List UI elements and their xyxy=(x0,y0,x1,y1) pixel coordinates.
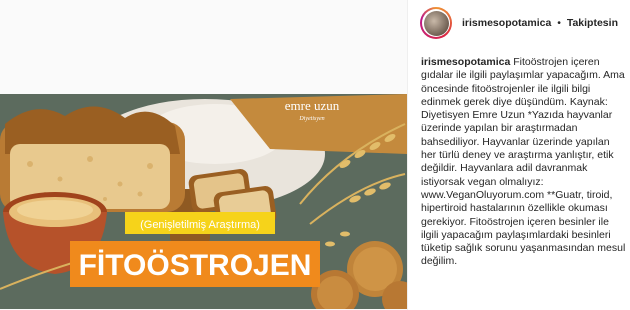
header-text: irismesopotamica • Takiptesin xyxy=(462,17,618,29)
svg-text:FİTOÖSTROJEN: FİTOÖSTROJEN xyxy=(79,249,312,282)
svg-text:emre uzun: emre uzun xyxy=(285,98,340,113)
avatar[interactable] xyxy=(420,7,452,39)
profile-photo-icon xyxy=(423,10,449,36)
post-image-artwork: emre uzun Diyetisyen (Genişletilmiş Araş… xyxy=(0,94,407,309)
post-media-pane: emre uzun Diyetisyen (Genişletilmiş Araş… xyxy=(0,0,407,310)
post-details-pane: irismesopotamica • Takiptesin irismesopo… xyxy=(407,0,630,310)
post-caption: irismesopotamica Fitoöstrojen içeren gıd… xyxy=(421,56,626,269)
title-banner: FİTOÖSTROJEN xyxy=(70,241,320,287)
post-image[interactable]: emre uzun Diyetisyen (Genişletilmiş Araş… xyxy=(0,94,407,309)
header-username-link[interactable]: irismesopotamica xyxy=(462,17,551,29)
following-button[interactable]: Takiptesin xyxy=(567,17,618,29)
svg-text:(Genişletilmiş Araştırma): (Genişletilmiş Araştırma) xyxy=(140,219,260,231)
caption-text: Fitoöstrojen içeren gıdalar ile ilgili p… xyxy=(421,56,626,268)
post-header: irismesopotamica • Takiptesin xyxy=(408,0,630,46)
subtitle-banner: (Genişletilmiş Araştırma) xyxy=(125,212,275,234)
svg-text:Diyetisyen: Diyetisyen xyxy=(298,116,324,122)
caption-username-link[interactable]: irismesopotamica xyxy=(421,56,510,68)
header-separator: • xyxy=(557,17,561,29)
